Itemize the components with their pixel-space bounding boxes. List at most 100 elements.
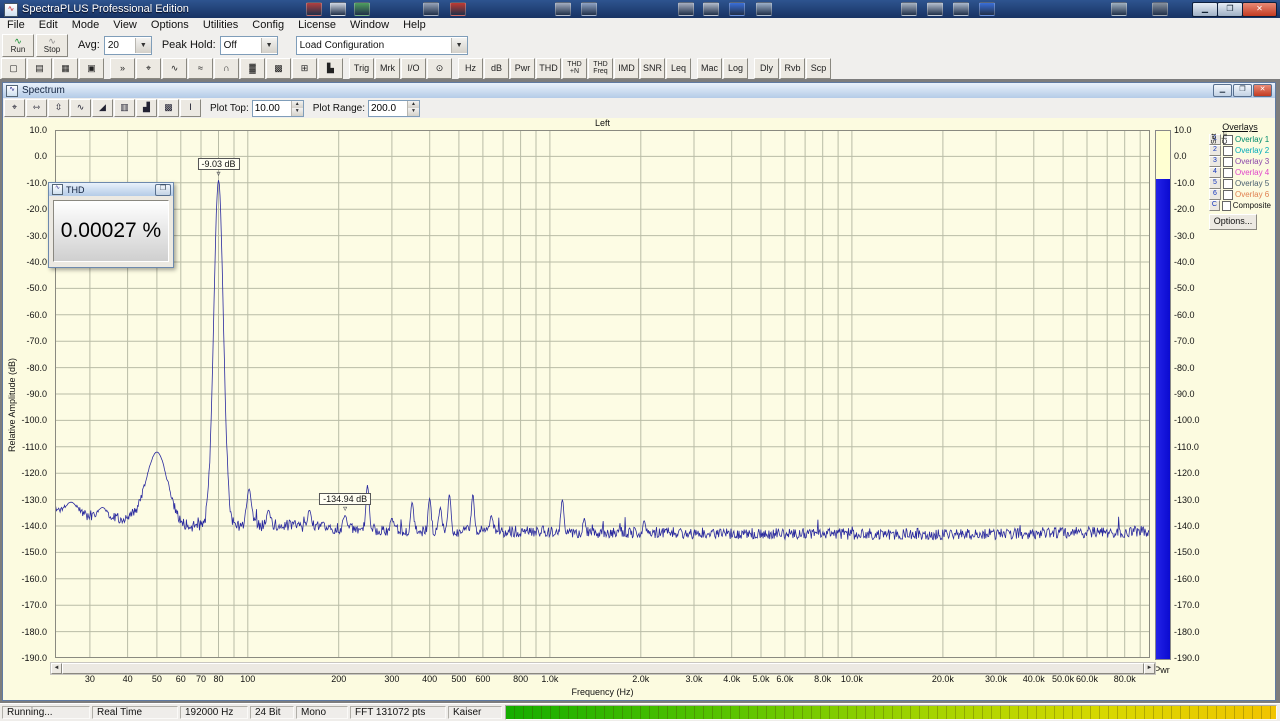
log-button[interactable]: Log [723, 57, 748, 79]
overlay-checkbox-3[interactable] [1223, 156, 1233, 167]
trigger-button[interactable]: Trig [349, 57, 374, 79]
snr-button[interactable]: SNR [640, 57, 665, 79]
overlay-checkbox-C[interactable] [1221, 200, 1231, 211]
taskbar-icon[interactable] [1111, 2, 1127, 16]
hz-button[interactable]: Hz [458, 57, 483, 79]
open-file-button[interactable]: ▤ [27, 57, 52, 79]
spectrum-window-titlebar[interactable]: ∿ Spectrum ▁ ❐ ✕ [3, 83, 1275, 98]
maximize-button[interactable]: ❐ [1217, 2, 1243, 17]
taskbar-icon[interactable] [330, 2, 346, 16]
bar-plot-button[interactable]: ▥ [114, 99, 135, 117]
reverb-button[interactable]: Rvb [780, 57, 805, 79]
chevron-down-icon[interactable]: ▼ [134, 37, 151, 53]
run-button[interactable]: ∿ Run [2, 33, 34, 57]
leq-button[interactable]: Leq [666, 57, 691, 79]
overlay-set-button-4[interactable]: 4 [1209, 167, 1221, 178]
overlay-set-button-3[interactable]: 3 [1209, 156, 1221, 167]
spectrum-close-button[interactable]: ✕ [1253, 84, 1272, 97]
taskbar-icon[interactable] [678, 2, 694, 16]
print-button[interactable]: ▣ [79, 57, 104, 79]
db-button[interactable]: dB [484, 57, 509, 79]
overlay-checkbox-2[interactable] [1223, 145, 1233, 156]
thd-button[interactable]: THD [536, 57, 561, 79]
taskbar-icon[interactable] [979, 2, 995, 16]
taskbar-icon[interactable] [927, 2, 943, 16]
overlay-set-button-6[interactable]: 6 [1209, 189, 1221, 200]
fast-run-button[interactable]: » [110, 57, 135, 79]
line-plot-button[interactable]: ∿ [70, 99, 91, 117]
histogram-button[interactable]: ▟ [136, 99, 157, 117]
area-plot-button[interactable]: ◢ [92, 99, 113, 117]
taskbar-icon[interactable] [703, 2, 719, 16]
marker-mode-button[interactable]: Ⅰ [180, 99, 201, 117]
peak-hold-select[interactable]: Off ▼ [219, 35, 278, 55]
scroll-right-icon[interactable]: ► [1144, 663, 1155, 674]
taskbar-icon[interactable] [953, 2, 969, 16]
taskbar-icon[interactable] [756, 2, 772, 16]
marker-button[interactable]: Mrk [375, 57, 400, 79]
chevron-down-icon[interactable]: ▼ [260, 37, 277, 53]
overlay-checkbox-4[interactable] [1223, 167, 1233, 178]
table-view-button[interactable]: ⊞ [292, 57, 317, 79]
taskbar-icon[interactable] [581, 2, 597, 16]
spin-down-icon[interactable]: ▼ [291, 108, 303, 116]
imd-button[interactable]: IMD [614, 57, 639, 79]
minimize-button[interactable]: ▁ [1192, 2, 1218, 17]
plot-top-input[interactable] [252, 100, 291, 116]
thd-window-titlebar[interactable]: ∿ THD ❐ [49, 183, 173, 196]
menu-item-config[interactable]: Config [245, 18, 291, 33]
scrollbar-thumb[interactable] [62, 663, 1144, 674]
chevron-down-icon[interactable]: ▼ [450, 37, 467, 53]
zoom-tool-button[interactable]: ⌖ [136, 57, 161, 79]
spectrogram-button[interactable]: ▩ [158, 99, 179, 117]
io-button[interactable]: I/O [401, 57, 426, 79]
plot-range-input[interactable] [369, 100, 407, 116]
menu-item-options[interactable]: Options [144, 18, 196, 33]
thd-window-button[interactable]: ❐ [155, 183, 171, 196]
menu-item-mode[interactable]: Mode [65, 18, 107, 33]
taskbar-icon[interactable] [423, 2, 439, 16]
zoom-x-in-button[interactable]: ⇿ [26, 99, 47, 117]
spectrogram-view-button[interactable]: ▓ [240, 57, 265, 79]
menu-item-file[interactable]: File [0, 18, 32, 33]
spin-up-icon[interactable]: ▲ [291, 100, 303, 108]
plot-top-spinner[interactable]: ▲▼ [251, 99, 304, 117]
menu-item-window[interactable]: Window [343, 18, 396, 33]
taskbar-icon[interactable] [450, 2, 466, 16]
overlay-set-button-C[interactable]: C [1209, 200, 1220, 211]
save-file-button[interactable]: ▦ [53, 57, 78, 79]
spectrum-minimize-button[interactable]: ▁ [1213, 84, 1232, 97]
overlay-set-button-2[interactable]: 2 [1209, 145, 1221, 156]
decay-view-button[interactable]: ▙ [318, 57, 343, 79]
thd-n-button[interactable]: THD +N [562, 57, 587, 79]
menu-item-edit[interactable]: Edit [32, 18, 65, 33]
scope-button[interactable]: Scp [806, 57, 831, 79]
zoom-button[interactable]: ⌖ [4, 99, 25, 117]
overlay-checkbox-5[interactable] [1223, 178, 1233, 189]
load-configuration-select[interactable]: Load Configuration ▼ [295, 35, 468, 55]
spin-up-icon[interactable]: ▲ [408, 100, 419, 108]
menu-item-help[interactable]: Help [396, 18, 433, 33]
thd-freq-button[interactable]: THD Freq [588, 57, 613, 79]
menu-item-view[interactable]: View [106, 18, 144, 33]
time-series-view-button[interactable]: ∿ [162, 57, 187, 79]
pwr-button[interactable]: Pwr [510, 57, 535, 79]
taskbar-icon[interactable] [901, 2, 917, 16]
plot-range-spin-buttons[interactable]: ▲ ▼ [407, 100, 419, 116]
overlay-set-button-5[interactable]: 5 [1209, 178, 1221, 189]
spin-down-icon[interactable]: ▼ [408, 108, 419, 116]
zoom-x-out-button[interactable]: ⇳ [48, 99, 69, 117]
thd-window[interactable]: ∿ THD ❐ 0.00027 % [48, 182, 174, 268]
stop-button[interactable]: ∿ Stop [36, 33, 68, 57]
spectrum-chart[interactable] [55, 130, 1150, 658]
avg-select[interactable]: 20 ▼ [103, 35, 152, 55]
spectrum-view-button[interactable]: ∩ [214, 57, 239, 79]
taskbar-icon[interactable] [354, 2, 370, 16]
spectrum-maximize-button[interactable]: ❐ [1233, 84, 1252, 97]
plot-top-spin-buttons[interactable]: ▲ ▼ [290, 100, 303, 116]
timer-button[interactable]: ⊙ [427, 57, 452, 79]
new-file-button[interactable]: ▢ [1, 57, 26, 79]
dual-waveform-view-button[interactable]: ≈ [188, 57, 213, 79]
macro-button[interactable]: Mac [697, 57, 722, 79]
plot-range-spinner[interactable]: ▲▼ [368, 99, 420, 117]
